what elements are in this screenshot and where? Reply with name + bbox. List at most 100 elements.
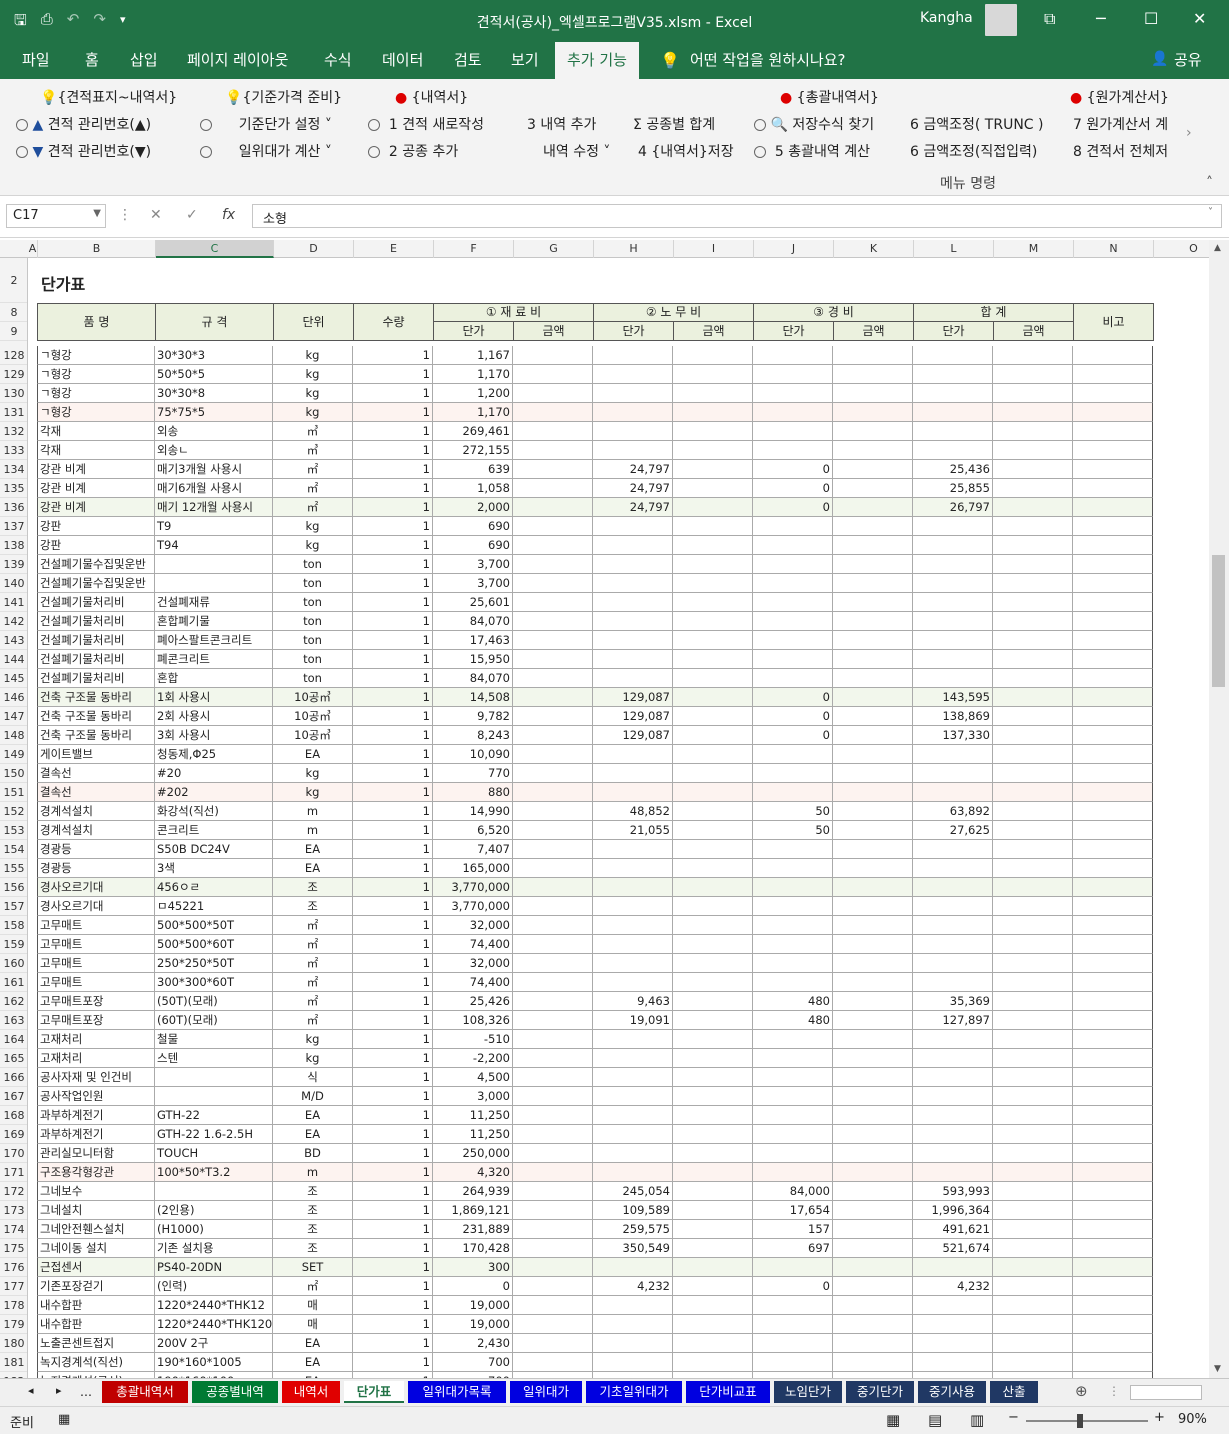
cell-note[interactable]: [1073, 1277, 1153, 1296]
cell-expense-amount[interactable]: [833, 669, 913, 688]
cell-labor-amount[interactable]: [673, 422, 753, 441]
cell-name[interactable]: 공사자재 및 인건비: [37, 1068, 155, 1087]
cell-qty[interactable]: 1: [353, 783, 433, 802]
cell-expense-price[interactable]: [753, 1144, 833, 1163]
scroll-down-icon[interactable]: ▼: [1214, 1364, 1221, 1374]
cell-labor-price[interactable]: [593, 1163, 673, 1182]
cell-qty[interactable]: 1: [353, 878, 433, 897]
cell-note[interactable]: [1073, 346, 1153, 365]
cell-name[interactable]: 경광등: [37, 859, 155, 878]
cell-qty[interactable]: 1: [353, 726, 433, 745]
row-header[interactable]: 147: [0, 707, 27, 726]
cell-unit[interactable]: EA: [273, 840, 353, 859]
cell-expense-price[interactable]: 0: [753, 479, 833, 498]
cell-total-amount[interactable]: [993, 365, 1073, 384]
cell-total-amount[interactable]: [993, 1144, 1073, 1163]
cell-name[interactable]: 경사오르기대: [37, 878, 155, 897]
zoom-slider[interactable]: [1026, 1420, 1148, 1422]
cell-material-price[interactable]: 4,500: [433, 1068, 513, 1087]
cell-total-price[interactable]: [913, 1049, 993, 1068]
cell-labor-amount[interactable]: [673, 460, 753, 479]
btn-summary-calc[interactable]: 5 총괄내역 계산: [754, 141, 870, 161]
cell-name[interactable]: 강판: [37, 517, 155, 536]
cell-note[interactable]: [1073, 1106, 1153, 1125]
cell-labor-price[interactable]: 9,463: [593, 992, 673, 1011]
cell-expense-price[interactable]: [753, 878, 833, 897]
cell-qty[interactable]: 1: [353, 1182, 433, 1201]
cell-total-price[interactable]: [913, 1296, 993, 1315]
cell-name[interactable]: 건설폐기물처리비: [37, 669, 155, 688]
cell-material-price[interactable]: 32,000: [433, 954, 513, 973]
cell-material-price[interactable]: 25,426: [433, 992, 513, 1011]
btn-cost-calc[interactable]: 7 원가계산서 계: [1073, 114, 1168, 134]
cell-total-amount[interactable]: [993, 1163, 1073, 1182]
cell-unit[interactable]: 10공㎥: [273, 688, 353, 707]
sheet-tab[interactable]: 중기단가: [846, 1381, 914, 1403]
cell-material-amount[interactable]: [513, 479, 593, 498]
cell-spec[interactable]: 300*300*60T: [155, 973, 273, 992]
cell-material-amount[interactable]: [513, 498, 593, 517]
cell-material-amount[interactable]: [513, 688, 593, 707]
zoom-out-icon[interactable]: −: [1008, 1410, 1019, 1425]
cell-qty[interactable]: 1: [353, 1315, 433, 1334]
row-header[interactable]: 154: [0, 840, 27, 859]
cell-total-price[interactable]: [913, 555, 993, 574]
cell-spec[interactable]: 200V 2구: [155, 1334, 273, 1353]
cell-spec[interactable]: 외송: [155, 422, 273, 441]
cell-labor-price[interactable]: 19,091: [593, 1011, 673, 1030]
cell-expense-amount[interactable]: [833, 897, 913, 916]
column-header[interactable]: C: [156, 240, 274, 258]
cell-labor-price[interactable]: 24,797: [593, 479, 673, 498]
cell-material-price[interactable]: 3,000: [433, 1087, 513, 1106]
cell-spec[interactable]: 30*30*8: [155, 384, 273, 403]
cell-name[interactable]: 건설폐기물수집및운반: [37, 574, 155, 593]
row-header[interactable]: 162: [0, 992, 27, 1011]
row-header[interactable]: 8: [0, 303, 27, 322]
cell-total-amount[interactable]: [993, 1201, 1073, 1220]
horizontal-scrollbar[interactable]: [1130, 1385, 1202, 1400]
cell-labor-price[interactable]: 24,797: [593, 498, 673, 517]
cell-expense-amount[interactable]: [833, 707, 913, 726]
cell-qty[interactable]: 1: [353, 707, 433, 726]
zoom-level[interactable]: 90%: [1178, 1412, 1207, 1427]
cell-material-amount[interactable]: [513, 897, 593, 916]
normal-view-icon[interactable]: ▦: [886, 1411, 900, 1429]
macro-record-icon[interactable]: ▦: [58, 1412, 70, 1427]
cell-note[interactable]: [1073, 574, 1153, 593]
row-header[interactable]: 157: [0, 897, 27, 916]
cell-labor-amount[interactable]: [673, 726, 753, 745]
cell-labor-amount[interactable]: [673, 1106, 753, 1125]
cell-labor-price[interactable]: [593, 574, 673, 593]
cell-material-price[interactable]: 84,070: [433, 669, 513, 688]
cell-labor-price[interactable]: [593, 745, 673, 764]
cell-total-price[interactable]: 25,436: [913, 460, 993, 479]
cell-name[interactable]: 공사작업인원: [37, 1087, 155, 1106]
cell-labor-amount[interactable]: [673, 897, 753, 916]
cell-material-price[interactable]: 165,000: [433, 859, 513, 878]
cell-total-price[interactable]: [913, 1106, 993, 1125]
cell-total-price[interactable]: [913, 517, 993, 536]
cell-name[interactable]: 건설폐기물수집및운반: [37, 555, 155, 574]
cell-total-price[interactable]: [913, 783, 993, 802]
cell-total-amount[interactable]: [993, 707, 1073, 726]
cell-expense-amount[interactable]: [833, 1334, 913, 1353]
cell-qty[interactable]: 1: [353, 897, 433, 916]
maximize-icon[interactable]: ☐: [1144, 9, 1158, 28]
column-header[interactable]: D: [274, 240, 354, 258]
cell-qty[interactable]: 1: [353, 1201, 433, 1220]
cell-name[interactable]: 건축 구조물 동바리: [37, 726, 155, 745]
cell-material-price[interactable]: 1,170: [433, 403, 513, 422]
cell-expense-amount[interactable]: [833, 384, 913, 403]
cell-qty[interactable]: 1: [353, 859, 433, 878]
cell-labor-price[interactable]: [593, 1258, 673, 1277]
cell-spec[interactable]: GTH-22: [155, 1106, 273, 1125]
cell-spec[interactable]: 500*500*50T: [155, 916, 273, 935]
cell-total-amount[interactable]: [993, 631, 1073, 650]
row-header[interactable]: 136: [0, 498, 27, 517]
cell-note[interactable]: [1073, 726, 1153, 745]
cell-labor-amount[interactable]: [673, 840, 753, 859]
cell-name[interactable]: 노출콘센트접지: [37, 1334, 155, 1353]
cell-total-amount[interactable]: [993, 1011, 1073, 1030]
cell-expense-price[interactable]: [753, 1125, 833, 1144]
cell-labor-price[interactable]: 109,589: [593, 1201, 673, 1220]
